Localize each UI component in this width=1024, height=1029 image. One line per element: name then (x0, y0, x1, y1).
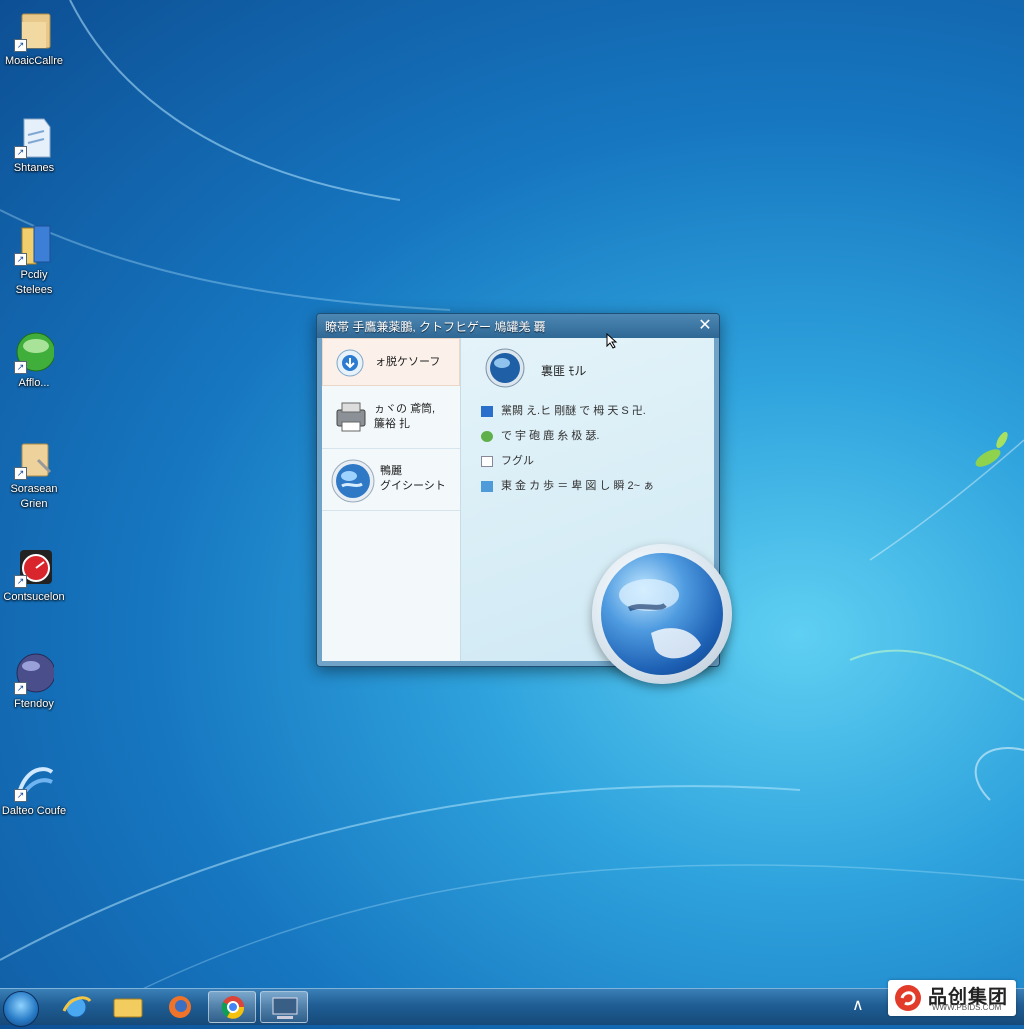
left-item-label: ォ脱ケソーフ (375, 356, 441, 368)
folder-icon: ↗ (14, 436, 54, 480)
desktop-icon[interactable]: ↗ Pcdiy Stelees (0, 214, 68, 298)
printer-icon (336, 402, 366, 432)
desktop-icon[interactable]: ↗ Dalteo Coufe (0, 750, 68, 819)
shortcut-arrow-icon: ↗ (14, 146, 27, 159)
dialog-title: 瞭帯 手鷹兼薬鵬, クトフヒゲー 鳩罐羗 覉 (325, 320, 546, 334)
shortcut-arrow-icon: ↗ (14, 361, 27, 374)
desktop-icon[interactable]: ↗ Sorasean Grien (0, 428, 68, 512)
globe-icon (485, 348, 525, 388)
desktop-icon-label: Ftendoy (14, 698, 54, 710)
globe-icon (592, 544, 732, 684)
desktop-icon-label: Sorasean Grien (10, 483, 58, 510)
left-item-download[interactable]: ォ脱ケソーフ (322, 338, 460, 386)
shortcut-arrow-icon: ↗ (14, 253, 27, 266)
firefox-icon (169, 996, 191, 1018)
gauge-icon: ↗ (14, 544, 54, 588)
dialog-left-pane: ォ脱ケソーフ ヵヾの 鳶筒, 簾裕 扎 鴨麗 グイシーシト (322, 338, 461, 661)
desktop-icon-label: Shtanes (13, 162, 55, 174)
desktop-icon-label: Afflo... (18, 377, 50, 389)
shortcut-arrow-icon: ↗ (14, 39, 27, 52)
folder-icon (113, 998, 143, 1018)
users-icon (481, 430, 493, 442)
sphere-icon: ↗ (14, 651, 56, 695)
taskbar-app-ie[interactable] (52, 991, 100, 1023)
computer-icon (272, 997, 298, 1019)
right-header-title: 裏匪 ﾓル (541, 364, 587, 378)
dialog-titlebar[interactable]: 瞭帯 手鷹兼薬鵬, クトフヒゲー 鳩罐羗 覉 ✕ (317, 314, 719, 338)
book-icon: ↗ (14, 222, 54, 266)
mouse-cursor-icon (606, 333, 618, 349)
taskbar-app-computer[interactable] (260, 991, 308, 1023)
link-item[interactable]: で 宇 砲 鹿 糸 极 瑟. (481, 427, 599, 443)
desktop-icon[interactable]: ↗ Ftendoy (0, 643, 68, 712)
desktop-icon-label: Contsucelon (3, 591, 65, 603)
shortcut-arrow-icon: ↗ (14, 467, 27, 480)
link-item[interactable]: 東 金 カ 歩 ＝ 卑 図 し 瞬 2~ ぁ (481, 477, 654, 493)
desktop-icon[interactable]: ↗ Contsucelon (0, 536, 68, 605)
document-icon: ↗ (14, 115, 54, 159)
shortcut-arrow-icon: ↗ (14, 789, 27, 802)
left-item-label: 鴨麗 グイシーシト (380, 465, 446, 492)
desktop-icon-label: Dalteo Coufe (1, 805, 67, 817)
logo-icon (895, 985, 921, 1011)
tray-expand-icon[interactable]: ∧ (852, 995, 864, 1015)
desktop-icon-label: Pcdiy Stelees (15, 269, 53, 296)
link-item[interactable]: 黨闕 え.ヒ 剛醚 で 栂 天 S 卍. (481, 402, 646, 418)
taskbar-app-chrome[interactable] (208, 991, 256, 1023)
start-orb-icon[interactable] (3, 991, 39, 1027)
download-icon (336, 349, 364, 377)
monitor-icon (481, 480, 493, 492)
chrome-icon (221, 996, 245, 1019)
watermark-subtitle: WWW.PBIDS.COM (932, 1003, 1002, 1012)
left-item-globe[interactable]: 鴨麗 グイシーシト (322, 450, 460, 511)
taskbar-app-explorer[interactable] (104, 991, 152, 1023)
link-item[interactable]: フグル (481, 452, 534, 468)
network-icon: ↗ (14, 758, 54, 802)
desktop-icon-label: MoaicCallre (4, 55, 64, 67)
taskbar-app-firefox[interactable] (156, 991, 204, 1023)
globe-icon (331, 459, 375, 503)
folder-icon: ↗ (14, 8, 54, 52)
green-orb-icon: ↗ (14, 330, 56, 374)
flag-icon (481, 405, 493, 417)
desktop-icon[interactable]: ↗ MoaicCallre (0, 0, 68, 69)
window-icon (481, 455, 493, 467)
close-button[interactable]: ✕ (695, 317, 715, 335)
watermark-logo: 品创集团 WWW.PBIDS.COM (888, 980, 1016, 1016)
desktop-icon[interactable]: ↗ Afflo... (0, 322, 68, 391)
left-item-printer[interactable]: ヵヾの 鳶筒, 簾裕 扎 (322, 388, 460, 449)
shortcut-arrow-icon: ↗ (14, 575, 27, 588)
taskbar: ∧ Wnters (0, 988, 1024, 1027)
internet-explorer-icon (62, 996, 92, 1018)
shortcut-arrow-icon: ↗ (14, 682, 27, 695)
desktop-icon[interactable]: ↗ Shtanes (0, 107, 68, 176)
left-item-label: ヵヾの 鳶筒, 簾裕 扎 (374, 403, 436, 430)
